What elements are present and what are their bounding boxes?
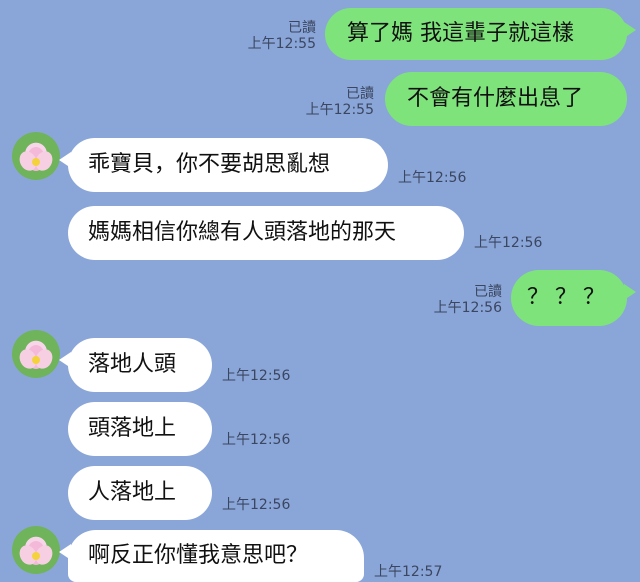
- timestamp: 上午12:56: [222, 368, 291, 384]
- message-meta: 上午12:56: [222, 497, 312, 513]
- message-text: 乖寶貝，你不要胡思亂想: [88, 152, 331, 177]
- timestamp: 上午12:56: [433, 300, 502, 316]
- message-meta: 上午12:56: [398, 170, 488, 186]
- message-text: ？？？: [527, 285, 612, 310]
- timestamp: 上午12:55: [247, 36, 316, 52]
- timestamp: 上午12:56: [474, 235, 543, 251]
- outgoing-message-bubble[interactable]: 不會有什麼出息了: [385, 72, 627, 126]
- lotus-avatar-icon[interactable]: [12, 330, 60, 378]
- incoming-message-bubble[interactable]: 啊反正你懂我意思吧？: [59, 530, 364, 582]
- timestamp: 上午12:55: [305, 102, 374, 118]
- message-meta: 上午12:56: [222, 368, 312, 384]
- read-receipt: 已讀: [288, 20, 316, 36]
- timestamp: 上午12:56: [222, 432, 291, 448]
- read-receipt: 已讀: [346, 86, 374, 102]
- message-meta: 上午12:56: [222, 432, 312, 448]
- message-text: 算了媽 我這輩子就這樣: [347, 21, 574, 46]
- message-meta: 已讀 上午12:55: [286, 86, 374, 118]
- message-meta: 已讀 上午12:56: [412, 284, 502, 316]
- lotus-avatar-icon[interactable]: [12, 526, 60, 574]
- message-meta: 上午12:57: [374, 564, 464, 580]
- timestamp: 上午12:56: [398, 170, 467, 186]
- message-text: 不會有什麼出息了: [407, 86, 584, 111]
- message-text: 媽媽相信你總有人頭落地的那天: [88, 220, 397, 245]
- watermark: IG/向日葵: [375, 243, 422, 256]
- message-text: 啊反正你懂我意思吧？: [88, 543, 309, 568]
- message-meta: 上午12:56: [474, 235, 564, 251]
- incoming-message-bubble[interactable]: 人落地上: [68, 466, 212, 520]
- message-text: 落地人頭: [88, 352, 177, 377]
- message-meta: 已讀 上午12:55: [232, 20, 316, 52]
- outgoing-message-bubble[interactable]: 算了媽 我這輩子就這樣: [325, 8, 636, 60]
- timestamp: 上午12:56: [222, 497, 291, 513]
- chat-window: 已讀 上午12:55 算了媽 我這輩子就這樣 已讀 上午12:55 不會有什麼出…: [0, 0, 640, 582]
- outgoing-message-bubble[interactable]: ？？？: [511, 270, 636, 326]
- lotus-avatar-icon[interactable]: [12, 132, 60, 180]
- message-text: 頭落地上: [88, 416, 177, 441]
- message-text: 人落地上: [88, 480, 177, 505]
- read-receipt: 已讀: [474, 284, 502, 300]
- incoming-message-bubble[interactable]: 落地人頭: [59, 338, 212, 392]
- timestamp: 上午12:57: [374, 564, 443, 580]
- incoming-message-bubble[interactable]: 乖寶貝，你不要胡思亂想: [59, 138, 388, 192]
- incoming-message-bubble[interactable]: 頭落地上: [68, 402, 212, 456]
